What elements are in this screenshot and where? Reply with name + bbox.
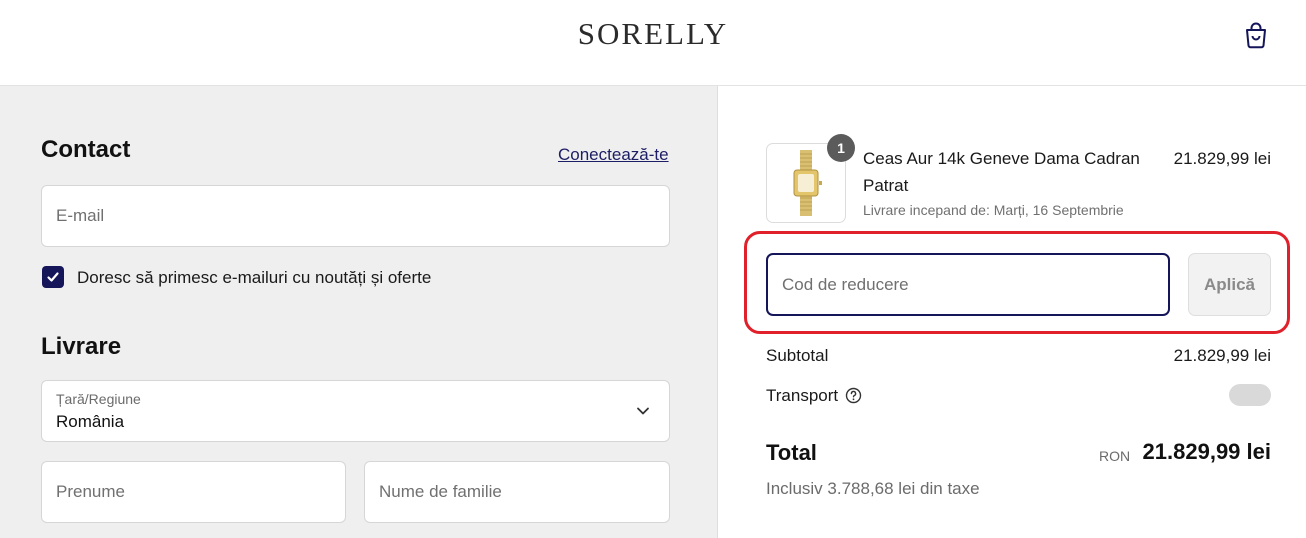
total-value: 21.829,99 lei bbox=[1142, 439, 1271, 464]
product-name: Ceas Aur 14k Geneve Dama Cadran Patrat bbox=[863, 149, 1140, 195]
highlight-box bbox=[744, 231, 1290, 334]
shipping-label: Transport bbox=[766, 386, 839, 405]
product-delivery-note: Livrare incepand de: Marți, 16 Septembri… bbox=[863, 202, 1124, 218]
delivery-heading: Livrare bbox=[41, 333, 122, 360]
quantity-badge: 1 bbox=[827, 134, 855, 162]
first-name-input[interactable] bbox=[42, 462, 345, 522]
site-header: SORELLY bbox=[0, 0, 1306, 86]
shopping-bag-icon[interactable] bbox=[1241, 20, 1271, 50]
subtotal-value: 21.829,99 lei bbox=[1173, 346, 1271, 365]
country-label: Țară/Regiune bbox=[56, 391, 141, 407]
total-label: Total bbox=[766, 440, 817, 465]
help-circle-icon[interactable] bbox=[845, 387, 862, 404]
country-value: România bbox=[56, 412, 125, 431]
checkmark-icon bbox=[47, 272, 59, 282]
newsletter-label: Doresc să primesc e-mailuri cu noutăți ș… bbox=[77, 268, 432, 287]
subtotal-label: Subtotal bbox=[766, 346, 829, 365]
email-field[interactable] bbox=[41, 185, 670, 247]
newsletter-checkbox[interactable] bbox=[42, 266, 64, 288]
product-price: 21.829,99 lei bbox=[1173, 149, 1271, 168]
chevron-down-icon bbox=[637, 407, 649, 415]
shipping-loading-placeholder bbox=[1229, 384, 1271, 406]
email-input[interactable] bbox=[42, 186, 669, 246]
store-logo[interactable]: SORELLY bbox=[0, 16, 1306, 52]
last-name-field[interactable] bbox=[364, 461, 670, 523]
currency-code: RON bbox=[1099, 448, 1131, 464]
contact-heading: Contact bbox=[41, 136, 131, 163]
first-name-field[interactable] bbox=[41, 461, 346, 523]
last-name-input[interactable] bbox=[365, 462, 669, 522]
login-link[interactable]: Conectează-te bbox=[558, 145, 669, 165]
tax-note: Inclusiv 3.788,68 lei din taxe bbox=[766, 479, 980, 498]
country-select[interactable] bbox=[41, 380, 670, 442]
